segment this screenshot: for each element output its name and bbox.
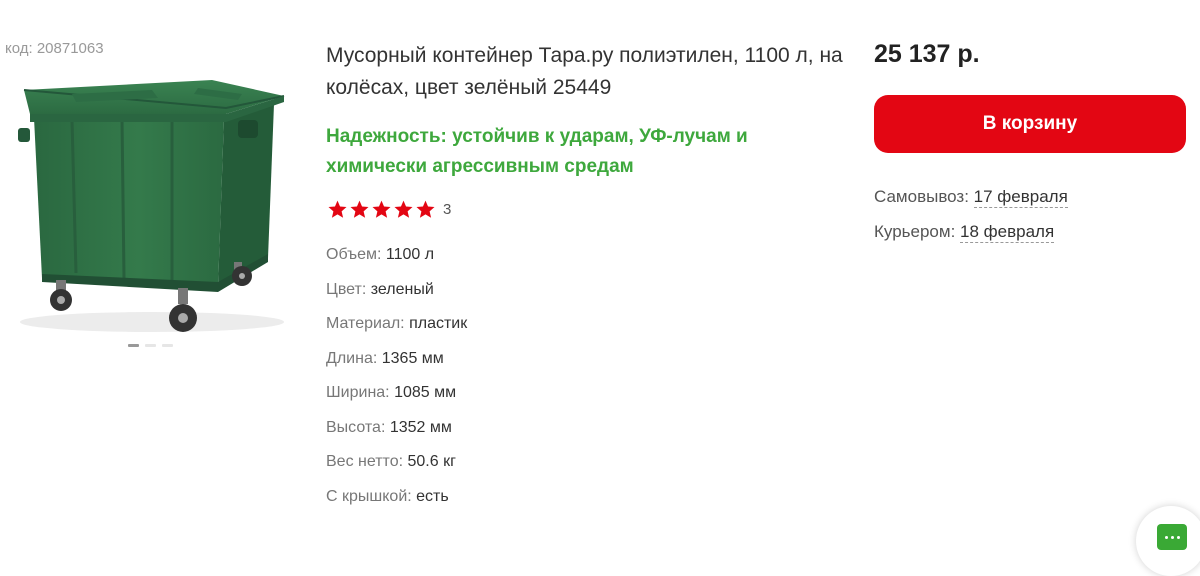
spec-value: 1085 мм (394, 384, 457, 401)
chat-widget[interactable] (1136, 506, 1200, 576)
product-feature: Надежность: устойчив к ударам, УФ-лучам … (326, 126, 748, 177)
star-icon (416, 200, 435, 218)
star-icon (372, 200, 391, 218)
spec-label: Объем: (326, 246, 382, 263)
spec-value: 1352 мм (389, 418, 452, 436)
product-image[interactable] (12, 68, 290, 340)
spec-label: Высота: (326, 418, 386, 436)
spec-row: Длина: 1365 мм (326, 348, 467, 383)
spec-value: есть (416, 487, 449, 505)
pickup-label: Самовывоз: (874, 187, 969, 206)
courier-info: Курьером: 18 февраля (874, 222, 1055, 243)
star-icon (328, 200, 347, 218)
spec-row: Высота: 1352 мм (326, 417, 467, 452)
spec-value: пластик (409, 315, 468, 332)
spec-value: 1365 мм (381, 349, 444, 367)
spec-row: Материал: пластик (326, 313, 467, 348)
courier-label: Курьером: (874, 222, 956, 241)
review-count[interactable]: 3 (443, 201, 451, 218)
spec-label: Длина: (326, 349, 378, 367)
spec-label: Вес нетто: (326, 453, 404, 470)
spec-label: Цвет: (326, 280, 367, 298)
spec-row: Цвет: зеленый (326, 279, 467, 314)
courier-date[interactable]: 18 февраля (960, 222, 1055, 243)
spec-label: Ширина: (326, 384, 390, 401)
star-icon (394, 200, 413, 218)
spec-row: Вес нетто: 50.6 кг (326, 451, 467, 486)
spec-value: 1100 л (385, 246, 435, 263)
star-icon (350, 200, 369, 218)
product-title[interactable]: Мусорный контейнер Тара.ру полиэтилен, 1… (326, 40, 846, 104)
spec-row: Объем: 1100 л (326, 244, 467, 279)
spec-value: 50.6 кг (407, 453, 456, 470)
spec-row: Ширина: 1085 мм (326, 382, 467, 417)
pickup-date[interactable]: 17 февраля (973, 187, 1068, 208)
product-price: 25 137 р. (874, 40, 980, 68)
gallery-dot[interactable] (162, 344, 173, 347)
spec-value: зеленый (370, 280, 434, 298)
pickup-info: Самовывоз: 17 февраля (874, 187, 1068, 208)
gallery-dot[interactable] (145, 344, 156, 347)
product-rating[interactable]: 3 (327, 199, 451, 220)
specs-list: Объем: 1100 л Цвет: зеленый Материал: пл… (326, 244, 467, 520)
add-to-cart-button[interactable]: В корзину (874, 95, 1186, 153)
spec-label: Материал: (326, 315, 405, 332)
chat-bubble-icon[interactable] (1157, 524, 1187, 550)
gallery-dots (128, 344, 173, 347)
spec-row: С крышкой: есть (326, 486, 467, 521)
green-garbage-container-image (18, 80, 285, 332)
spec-label: С крышкой: (326, 487, 412, 505)
product-code: код: 20871063 (5, 40, 104, 57)
gallery-dot[interactable] (128, 344, 139, 347)
